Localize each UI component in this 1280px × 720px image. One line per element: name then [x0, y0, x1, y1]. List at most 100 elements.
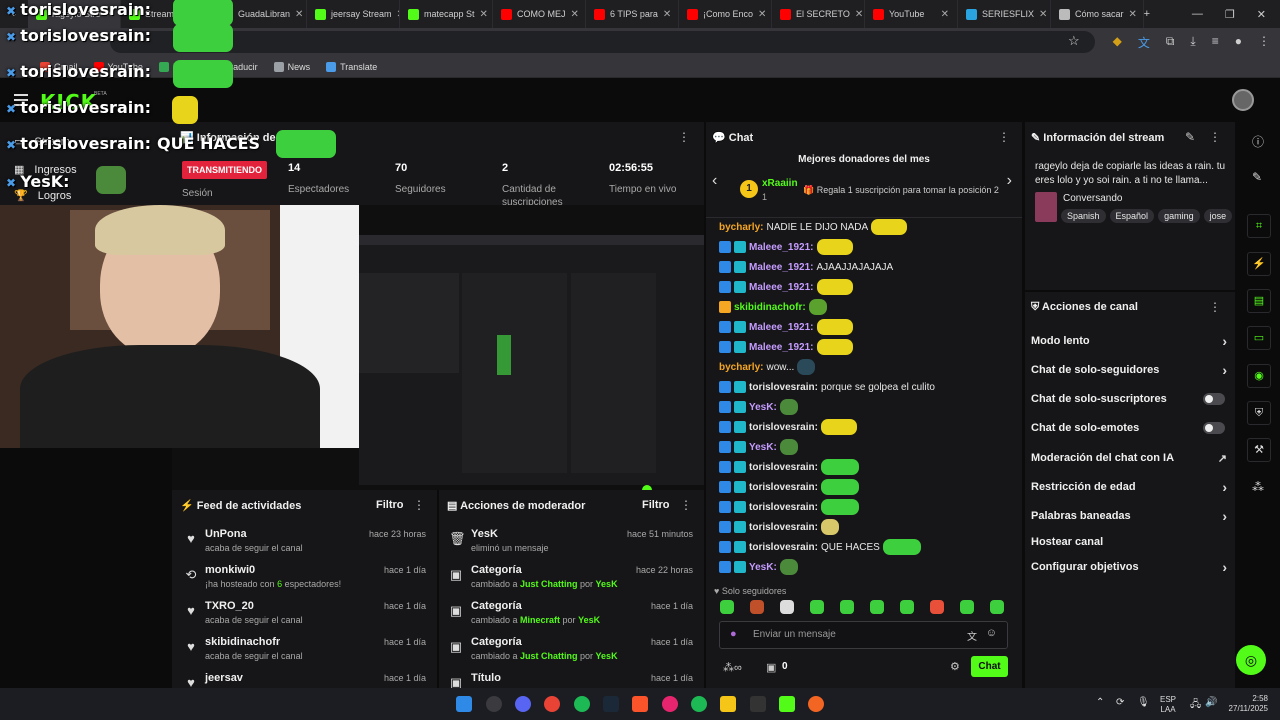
emote-picker-item[interactable] — [840, 600, 854, 614]
new-tab-icon[interactable]: + — [1144, 8, 1150, 20]
emote-picker-item[interactable] — [780, 600, 794, 614]
chevron-right-icon[interactable]: › — [1222, 508, 1227, 524]
clock[interactable]: 2:58 27/11/2025 — [1224, 694, 1268, 714]
mod-category[interactable]: Just Chatting — [520, 651, 578, 661]
browser-tab[interactable]: ¡Como Enco ✕ — [679, 0, 772, 28]
emote-picker-item[interactable] — [930, 600, 944, 614]
emote-picker-item[interactable] — [870, 600, 884, 614]
donors-prev-icon[interactable]: ‹ — [712, 172, 717, 190]
channel-action-row[interactable]: Hostear canal — [1031, 536, 1227, 550]
mod-action-name[interactable]: Categoría — [471, 636, 522, 648]
taskbar-app-icon[interactable] — [486, 696, 502, 712]
emote-picker-item[interactable] — [810, 600, 824, 614]
chat-username[interactable]: Maleee_1921: — [749, 262, 814, 273]
discord-icon[interactable] — [515, 696, 531, 712]
tab-close-icon[interactable]: ✕ — [480, 9, 488, 20]
minimize-icon[interactable]: — — [1192, 8, 1203, 20]
chat-username[interactable]: torislovesrain: — [749, 522, 818, 533]
restore-icon[interactable]: ❐ — [1225, 8, 1235, 21]
brave-icon[interactable] — [632, 696, 648, 712]
tray-mic-icon[interactable]: 🎙 — [1137, 697, 1150, 708]
extension-icon[interactable]: ◆ — [1113, 34, 1122, 51]
emote-picker-item[interactable] — [960, 600, 974, 614]
rail-broadcast-icon[interactable]: ◉ — [1247, 364, 1271, 388]
chat-username[interactable]: YesK: — [749, 562, 777, 573]
browser-tab[interactable]: El SECRETO ✕ — [772, 0, 865, 28]
channel-action-row[interactable]: Moderación del chat con IA ↗ — [1031, 452, 1227, 466]
mod-action-name[interactable]: Categoría — [471, 600, 522, 612]
windows-start-icon[interactable] — [456, 696, 472, 712]
bookmark-star-icon[interactable]: ☆ — [1068, 33, 1080, 49]
tab-close-icon[interactable]: ✕ — [1039, 9, 1047, 20]
user-avatar[interactable] — [1232, 89, 1254, 111]
stream-tag[interactable]: Spanish — [1061, 209, 1106, 223]
close-icon[interactable]: ✕ — [1257, 8, 1266, 21]
browser-tab[interactable]: YouTube ✕ — [865, 0, 958, 28]
chat-username[interactable]: bycharly: — [719, 222, 763, 233]
puzzle-icon[interactable]: ⧉ — [1166, 34, 1175, 51]
tray-sync-icon[interactable]: ⟳ — [1116, 697, 1124, 708]
chat-send-button[interactable]: Chat — [971, 656, 1008, 677]
chevron-right-icon[interactable]: › — [1222, 559, 1227, 575]
edit-icon[interactable]: ✎ — [1185, 130, 1195, 144]
url-input[interactable] — [110, 31, 1095, 53]
epic-icon[interactable] — [750, 696, 766, 712]
feed-username[interactable]: UnPona — [205, 528, 247, 540]
spotify-2-icon[interactable] — [691, 696, 707, 712]
chat-username[interactable]: Maleee_1921: — [749, 282, 814, 293]
mod-action-name[interactable]: Categoría — [471, 564, 522, 576]
mic-icon[interactable]: ● — [730, 628, 737, 640]
chrome-icon[interactable] — [544, 696, 560, 712]
feed-filter-button[interactable]: Filtro — [376, 499, 404, 511]
chevron-right-icon[interactable]: › — [1222, 362, 1227, 378]
info-icon[interactable]: ⓘ — [1252, 133, 1264, 150]
folder-icon[interactable] — [720, 696, 736, 712]
rail-list-icon[interactable]: ▤ — [1247, 289, 1271, 313]
rail-apps-icon[interactable]: ⁂ — [1252, 480, 1264, 494]
kick-icon[interactable] — [779, 696, 795, 712]
spotify-icon[interactable] — [574, 696, 590, 712]
mod-kebab-icon[interactable]: ⋮ — [680, 498, 692, 512]
mod-action-name[interactable]: YesK — [471, 528, 498, 540]
chat-username[interactable]: YesK: — [749, 442, 777, 453]
toggle-switch[interactable] — [1203, 393, 1225, 405]
mod-action-name[interactable]: Título — [471, 672, 501, 684]
chat-username[interactable]: Maleee_1921: — [749, 242, 814, 253]
chat-username[interactable]: YesK: — [749, 402, 777, 413]
chat-kebab-icon[interactable]: ⋮ — [998, 130, 1010, 144]
bookmark-item[interactable]: News — [273, 61, 310, 72]
browser-tab[interactable]: COMO MEJ ✕ — [493, 0, 586, 28]
chevron-right-icon[interactable]: › — [1222, 333, 1227, 349]
tab-close-icon[interactable]: ✕ — [941, 9, 949, 20]
browser-tab[interactable]: Cómo sacar ✕ — [1051, 0, 1144, 28]
browser-icon[interactable] — [662, 696, 678, 712]
support-button[interactable]: ◎ — [1236, 645, 1266, 675]
chat-username[interactable]: torislovesrain: — [749, 482, 818, 493]
channel-action-row[interactable]: Palabras baneadas › — [1031, 508, 1227, 524]
chat-username[interactable]: skibidinachofr: — [734, 302, 806, 313]
download-icon[interactable]: ⤓ — [1190, 34, 1195, 51]
emoji-icon[interactable]: ☺ — [986, 627, 997, 639]
feed-username[interactable]: jeersav — [205, 672, 243, 684]
top-donor-name[interactable]: xRaaiin — [762, 178, 798, 189]
chat-username[interactable]: Maleee_1921: — [749, 342, 814, 353]
mod-user[interactable]: YesK — [578, 615, 600, 625]
bookmark-item[interactable]: Translate — [326, 61, 377, 72]
pencil-rail-icon[interactable]: ✎ — [1252, 170, 1262, 184]
channel-points-icon[interactable]: ⁂∞ — [723, 661, 742, 674]
donors-next-icon[interactable]: › — [1007, 172, 1012, 190]
channel-action-row[interactable]: Configurar objetivos › — [1031, 559, 1227, 575]
tab-close-icon[interactable]: ✕ — [295, 9, 303, 20]
tab-close-icon[interactable]: ✕ — [855, 9, 863, 20]
mod-category[interactable]: Just Chatting — [520, 579, 578, 589]
browser-tab[interactable]: SERIESFLIX ✕ — [958, 0, 1051, 28]
browser-tab[interactable]: 6 TIPS para ✕ — [586, 0, 679, 28]
channel-action-row[interactable]: Chat de solo-suscriptores — [1031, 393, 1227, 407]
chevron-right-icon[interactable]: › — [1222, 479, 1227, 495]
chat-input[interactable]: ● Enviar un mensaje 文 ☺ — [719, 621, 1008, 649]
channel-action-row[interactable]: Restricción de edad › — [1031, 479, 1227, 495]
stream-info-kebab-icon[interactable]: ⋮ — [1209, 130, 1221, 144]
actions-kebab-icon[interactable]: ⋮ — [1209, 300, 1221, 314]
mod-user[interactable]: YesK — [596, 651, 618, 661]
browser-tab[interactable]: matecapp St ✕ — [400, 0, 493, 28]
